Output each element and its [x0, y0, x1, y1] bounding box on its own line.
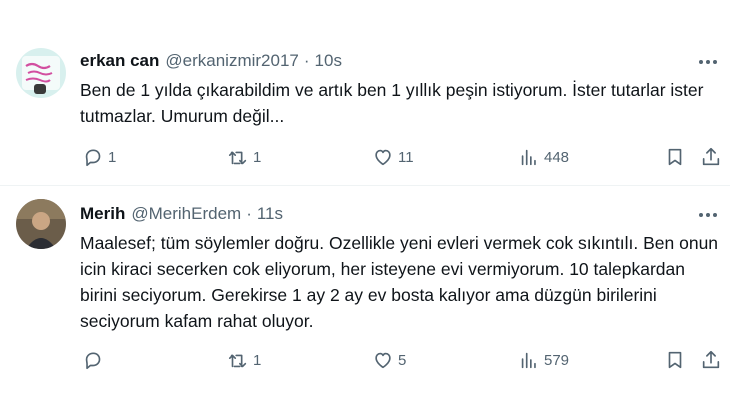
tweet-text: Maalesef; tüm söylemler doğru. Ozellikle…: [80, 233, 719, 331]
share-button[interactable]: [700, 144, 722, 170]
like-count: 5: [398, 351, 407, 369]
author-handle[interactable]: @erkanizmir2017: [165, 51, 298, 71]
views-button[interactable]: 448: [518, 144, 569, 170]
avatar[interactable]: [16, 48, 66, 98]
action-bar: 1 5 579: [80, 347, 724, 373]
avatar-image: [16, 48, 66, 98]
separator: ·: [303, 51, 310, 70]
retweet-count: 1: [253, 148, 262, 166]
more-icon[interactable]: [696, 205, 720, 225]
views-icon: [521, 352, 536, 369]
avatar-image: [16, 199, 66, 249]
view-count: 579: [544, 351, 570, 369]
more-icon[interactable]: [696, 52, 720, 72]
like-button[interactable]: 5: [372, 347, 406, 373]
author-name[interactable]: Merih: [80, 204, 125, 224]
tweet-header: erkan can @erkanizmir2017 · 10s: [80, 49, 342, 73]
retweet-icon: [228, 354, 247, 368]
like-icon: [375, 149, 391, 166]
reply-icon: [85, 352, 101, 370]
bookmark-button[interactable]: [664, 347, 686, 373]
retweet-button[interactable]: 1: [227, 347, 261, 373]
author-name[interactable]: erkan can: [80, 51, 159, 71]
tweet-header: Merih @MerihErdem · 11s: [80, 202, 283, 226]
bookmark-icon: [668, 351, 682, 369]
bookmark-icon: [668, 148, 682, 166]
like-icon: [375, 352, 391, 369]
views-button[interactable]: 579: [518, 347, 569, 373]
action-bar: 1 1 11 448: [80, 144, 724, 170]
timestamp[interactable]: 10s: [315, 51, 342, 71]
tweet-text: Ben de 1 yılda çıkarabildim ve artık ben…: [80, 80, 704, 126]
retweet-count: 1: [253, 351, 262, 369]
share-icon: [702, 147, 720, 166]
view-count: 448: [544, 148, 570, 166]
like-count: 11: [398, 148, 414, 166]
reply-button[interactable]: [82, 347, 108, 373]
share-button[interactable]: [700, 347, 722, 373]
avatar[interactable]: [16, 199, 66, 249]
author-handle[interactable]: @MerihErdem: [131, 204, 241, 224]
tweet[interactable]: erkan can @erkanizmir2017 · 10s Ben de 1…: [0, 0, 730, 185]
timestamp[interactable]: 11s: [257, 204, 283, 224]
tweet[interactable]: Merih @MerihErdem · 11s Maalesef; tüm sö…: [0, 186, 730, 420]
share-icon: [702, 350, 720, 369]
bookmark-button[interactable]: [664, 144, 686, 170]
like-button[interactable]: 11: [372, 144, 414, 170]
separator: ·: [246, 204, 252, 223]
reply-icon: [85, 149, 101, 167]
retweet-button[interactable]: 1: [227, 144, 261, 170]
views-icon: [521, 149, 536, 166]
retweet-icon: [228, 151, 247, 165]
reply-button[interactable]: 1: [82, 144, 116, 170]
reply-count: 1: [108, 148, 117, 166]
